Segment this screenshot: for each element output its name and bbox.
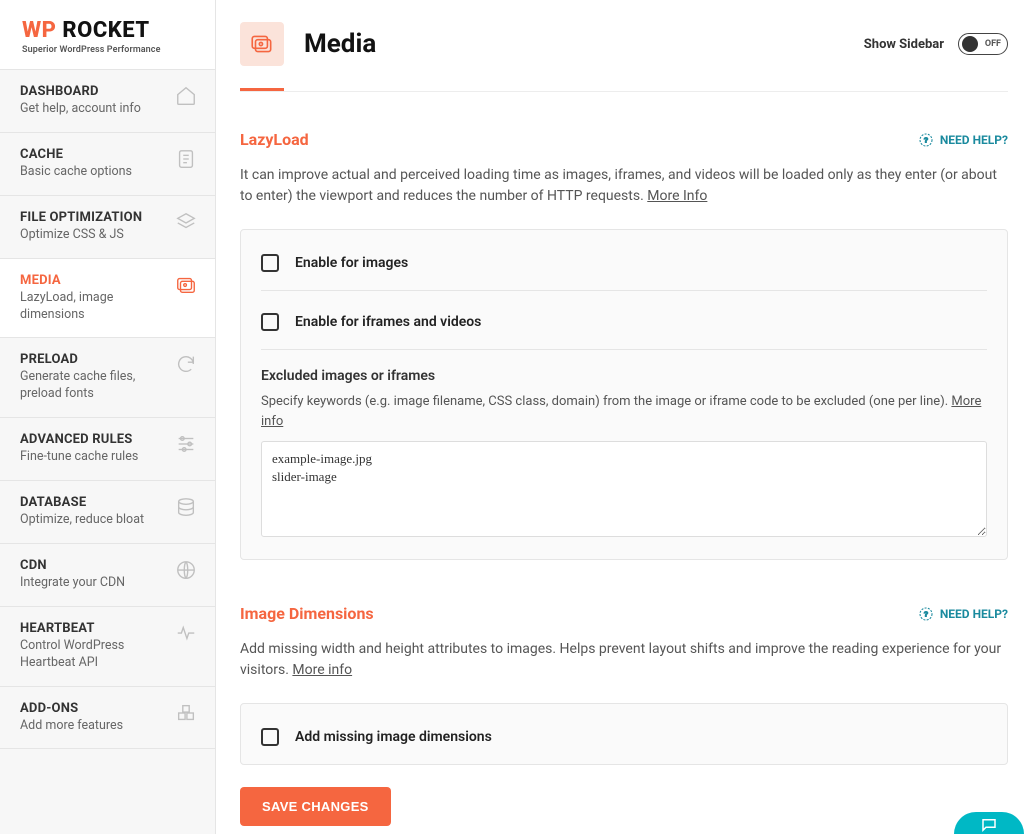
- sidebar-item-title: CDN: [20, 558, 175, 573]
- enable-images-row: Enable for images: [261, 250, 987, 291]
- dimensions-help-link[interactable]: ? NEED HELP?: [918, 606, 1008, 622]
- save-button[interactable]: SAVE CHANGES: [240, 787, 391, 826]
- sidebar-item-database[interactable]: DATABASE Optimize, reduce bloat: [0, 481, 215, 544]
- help-label: NEED HELP?: [940, 607, 1008, 621]
- logo-wp: WP: [22, 18, 56, 43]
- sidebar-item-title: FILE OPTIMIZATION: [20, 210, 175, 225]
- logo-tagline: Superior WordPress Performance: [22, 45, 197, 55]
- sidebar-item-heartbeat[interactable]: HEARTBEAT Control WordPress Heartbeat AP…: [0, 607, 215, 687]
- header-divider: [240, 91, 1008, 92]
- show-sidebar-label: Show Sidebar: [864, 37, 944, 52]
- database-icon: [175, 496, 197, 518]
- lazyload-more-info-link[interactable]: More Info: [647, 188, 707, 204]
- enable-iframes-label: Enable for iframes and videos: [295, 314, 481, 330]
- file-icon: [175, 148, 197, 170]
- sidebar: WP ROCKET Superior WordPress Performance…: [0, 0, 216, 834]
- sidebar-item-title: DATABASE: [20, 495, 175, 510]
- sidebar-item-desc: Fine-tune cache rules: [20, 449, 175, 466]
- toggle-knob: [962, 36, 978, 52]
- sidebar-item-addons[interactable]: ADD-ONS Add more features: [0, 687, 215, 750]
- sidebar-item-title: PRELOAD: [20, 352, 175, 367]
- sidebar-item-desc: Basic cache options: [20, 164, 175, 181]
- sidebar-item-desc: Add more features: [20, 718, 175, 735]
- section-header-lazyload: LazyLoad ? NEED HELP?: [240, 130, 1008, 149]
- sidebar-item-title: CACHE: [20, 147, 175, 162]
- sidebar-item-advanced-rules[interactable]: ADVANCED RULES Fine-tune cache rules: [0, 418, 215, 481]
- sidebar-item-desc: Generate cache files, preload fonts: [20, 369, 175, 403]
- refresh-icon: [175, 353, 197, 375]
- sidebar-item-title: DASHBOARD: [20, 84, 175, 99]
- sidebar-item-desc: LazyLoad, image dimensions: [20, 290, 175, 324]
- enable-images-label: Enable for images: [295, 255, 408, 271]
- sidebar-item-desc: Integrate your CDN: [20, 575, 175, 592]
- add-missing-checkbox[interactable]: [261, 728, 279, 746]
- heartbeat-icon: [175, 622, 197, 644]
- svg-text:?: ?: [924, 135, 929, 144]
- sidebar-item-media[interactable]: MEDIA LazyLoad, image dimensions: [0, 259, 215, 339]
- sidebar-item-title: HEARTBEAT: [20, 621, 175, 636]
- logo-area: WP ROCKET Superior WordPress Performance: [0, 0, 215, 70]
- sliders-icon: [175, 433, 197, 455]
- page-title: Media: [304, 29, 376, 59]
- show-sidebar-toggle[interactable]: OFF: [958, 33, 1008, 55]
- sidebar-item-desc: Optimize, reduce bloat: [20, 512, 175, 529]
- dimensions-title: Image Dimensions: [240, 604, 374, 623]
- logo-title: WP ROCKET: [22, 18, 197, 43]
- enable-iframes-checkbox[interactable]: [261, 313, 279, 331]
- dimensions-more-info-link[interactable]: More info: [292, 662, 352, 678]
- toggle-off-text: OFF: [985, 39, 1001, 49]
- help-icon: ?: [918, 606, 934, 622]
- sidebar-item-title: ADVANCED RULES: [20, 432, 175, 447]
- sidebar-item-desc: Control WordPress Heartbeat API: [20, 638, 175, 672]
- enable-iframes-row: Enable for iframes and videos: [261, 309, 987, 350]
- add-missing-label: Add missing image dimensions: [295, 729, 492, 745]
- add-missing-row: Add missing image dimensions: [261, 724, 987, 746]
- boxes-icon: [175, 702, 197, 724]
- lazyload-title: LazyLoad: [240, 130, 309, 149]
- sidebar-item-desc: Optimize CSS & JS: [20, 227, 175, 244]
- section-header-dimensions: Image Dimensions ? NEED HELP?: [240, 604, 1008, 623]
- sidebar-item-title: MEDIA: [20, 273, 175, 288]
- sidebar-item-file-optimization[interactable]: FILE OPTIMIZATION Optimize CSS & JS: [0, 196, 215, 259]
- main-content: Media Show Sidebar OFF LazyLoad ? NEED H…: [216, 0, 1024, 834]
- enable-images-checkbox[interactable]: [261, 254, 279, 272]
- help-label: NEED HELP?: [940, 133, 1008, 147]
- sidebar-item-desc: Get help, account info: [20, 101, 175, 118]
- sidebar-item-dashboard[interactable]: DASHBOARD Get help, account info: [0, 70, 215, 133]
- svg-text:?: ?: [924, 609, 929, 618]
- lazyload-panel: Enable for images Enable for iframes and…: [240, 229, 1008, 560]
- sidebar-item-preload[interactable]: PRELOAD Generate cache files, preload fo…: [0, 338, 215, 418]
- sidebar-item-cache[interactable]: CACHE Basic cache options: [0, 133, 215, 196]
- globe-icon: [175, 559, 197, 581]
- layers-icon: [175, 211, 197, 233]
- media-icon: [175, 274, 197, 296]
- logo-rocket: ROCKET: [56, 18, 149, 43]
- sidebar-item-cdn[interactable]: CDN Integrate your CDN: [0, 544, 215, 607]
- lazyload-help-link[interactable]: ? NEED HELP?: [918, 132, 1008, 148]
- page-media-icon: [240, 22, 284, 66]
- lazyload-desc: It can improve actual and perceived load…: [240, 165, 1008, 207]
- dimensions-desc: Add missing width and height attributes …: [240, 639, 1008, 681]
- home-icon: [175, 85, 197, 107]
- page-header: Media Show Sidebar OFF: [240, 0, 1008, 66]
- excluded-desc: Specify keywords (e.g. image filename, C…: [261, 392, 987, 431]
- chat-icon: [977, 816, 1001, 834]
- help-icon: ?: [918, 132, 934, 148]
- sidebar-item-title: ADD-ONS: [20, 701, 175, 716]
- excluded-title: Excluded images or iframes: [261, 368, 987, 384]
- chat-widget[interactable]: [954, 812, 1024, 834]
- dimensions-panel: Add missing image dimensions: [240, 703, 1008, 765]
- excluded-textarea[interactable]: [261, 441, 987, 537]
